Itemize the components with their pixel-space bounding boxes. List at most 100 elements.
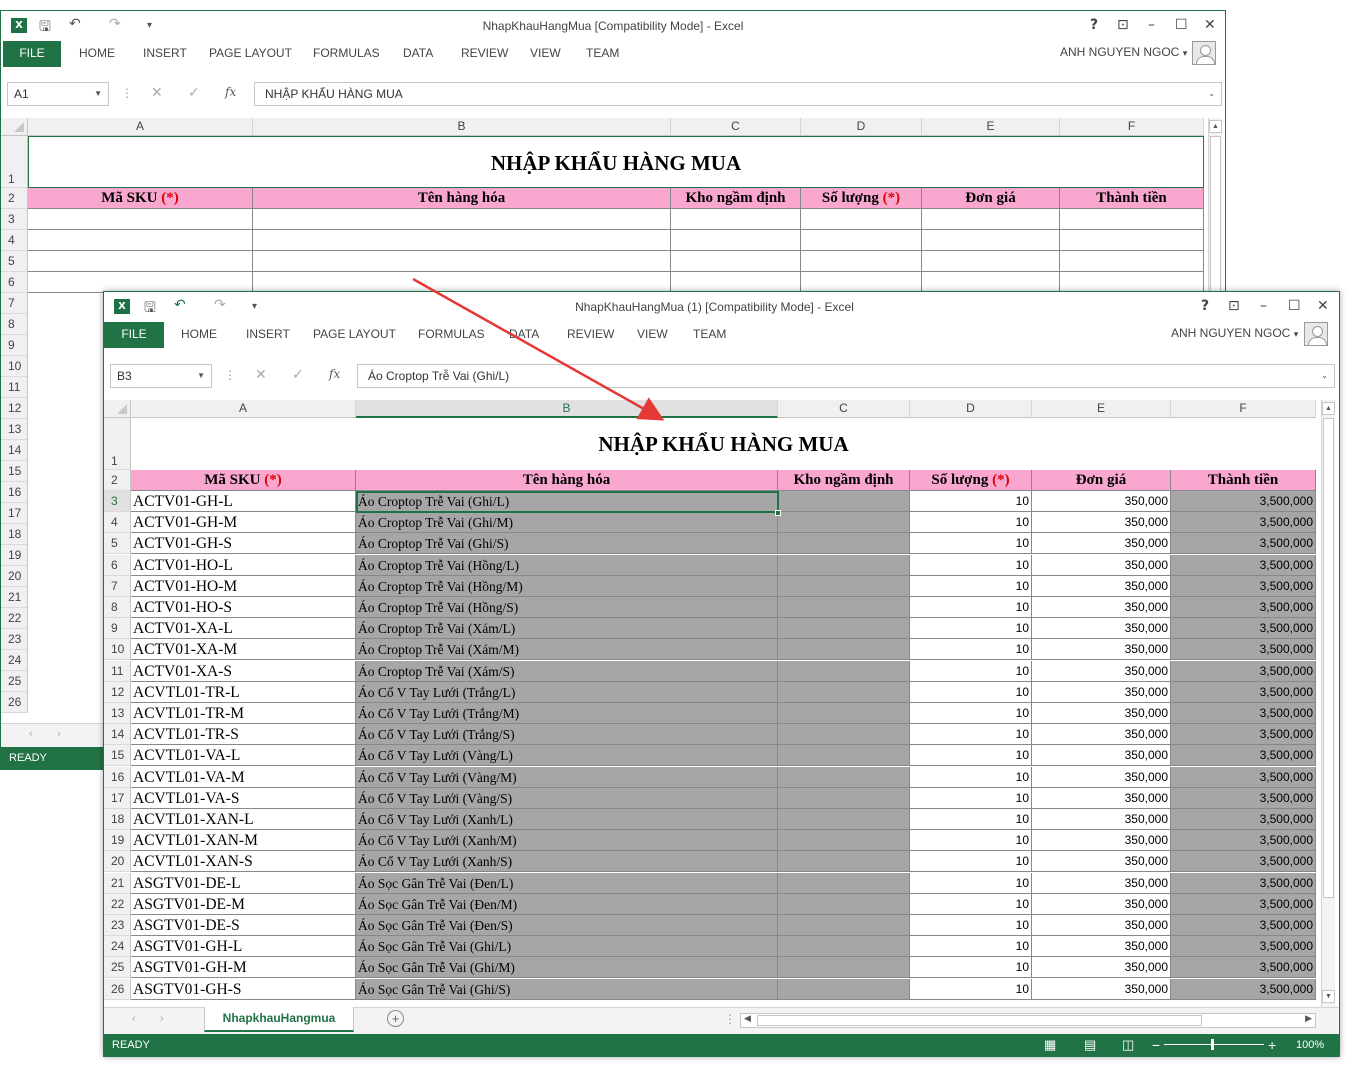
cell-total[interactable]: 3,500,000	[1171, 660, 1316, 682]
cell-qty[interactable]: 10	[910, 512, 1032, 534]
cell-product-name[interactable]: Áo Croptop Trễ Vai (Hồng/M)	[356, 575, 778, 597]
row-header[interactable]: 15	[1, 461, 28, 482]
empty-cell[interactable]	[253, 251, 671, 272]
cell-sku[interactable]: ACVTL01-VA-S	[131, 787, 356, 809]
header-sku[interactable]: Mã SKU (*)	[28, 188, 253, 209]
cell-qty[interactable]: 10	[910, 809, 1032, 830]
cell-sku[interactable]: ACTV01-GH-M	[131, 512, 356, 534]
cell-total[interactable]: 3,500,000	[1171, 745, 1316, 767]
cell-sku[interactable]: ACVTL01-TR-L	[131, 681, 356, 703]
cell-price[interactable]: 350,000	[1032, 639, 1171, 661]
cell-warehouse[interactable]	[778, 512, 910, 534]
tab-view[interactable]: VIEW	[530, 41, 561, 67]
row-header[interactable]: 17	[104, 787, 131, 809]
cell-sku[interactable]: ACTV01-GH-L	[131, 491, 356, 512]
cell-total[interactable]: 3,500,000	[1171, 703, 1316, 724]
empty-cell[interactable]	[1060, 209, 1204, 230]
cell-qty[interactable]: 10	[910, 681, 1032, 703]
col-header-e[interactable]: E	[1032, 400, 1171, 418]
cell-sku[interactable]: ASGTV01-GH-S	[131, 978, 356, 1000]
row-header[interactable]: 24	[1, 650, 28, 671]
cell-product-name[interactable]: Áo Sọc Gân Trễ Vai (Ghi/M)	[356, 957, 778, 979]
cell-sku[interactable]: ASGTV01-DE-M	[131, 893, 356, 915]
header-warehouse[interactable]: Kho ngầm định	[778, 470, 910, 491]
cancel-icon[interactable]: ✕	[255, 367, 267, 383]
cell-warehouse[interactable]	[778, 830, 910, 852]
enter-icon[interactable]: ✓	[188, 85, 200, 101]
select-all-corner[interactable]	[1, 118, 28, 136]
cell-total[interactable]: 3,500,000	[1171, 872, 1316, 894]
row-header[interactable]: 12	[104, 681, 131, 703]
cell-total[interactable]: 3,500,000	[1171, 893, 1316, 915]
row-header[interactable]: 11	[1, 377, 28, 398]
col-header-c[interactable]: C	[671, 118, 801, 136]
empty-cell[interactable]	[1060, 251, 1204, 272]
cell-sku[interactable]: ACVTL01-XAN-L	[131, 809, 356, 830]
row-header[interactable]: 20	[104, 851, 131, 873]
tab-team[interactable]: TEAM	[586, 41, 619, 67]
close-icon[interactable]: ✕	[1317, 298, 1329, 314]
empty-cell[interactable]	[801, 209, 922, 230]
empty-cell[interactable]	[671, 251, 801, 272]
cell-total[interactable]: 3,500,000	[1171, 936, 1316, 958]
tab-file[interactable]: FILE	[104, 322, 164, 348]
front-worksheet-grid[interactable]: A B C D E F 1 2 NHẬP KHẨU HÀNG MUA Mã SK…	[104, 400, 1339, 1010]
header-total[interactable]: Thành tiền	[1060, 188, 1204, 209]
cell-qty[interactable]: 10	[910, 745, 1032, 767]
cell-price[interactable]: 350,000	[1032, 533, 1171, 555]
cell-product-name[interactable]: Áo Croptop Trễ Vai (Hồng/S)	[356, 597, 778, 618]
cell-product-name[interactable]: Áo Croptop Trễ Vai (Hồng/L)	[356, 554, 778, 576]
cell-product-name[interactable]: Áo Sọc Gân Trễ Vai (Đen/S)	[356, 915, 778, 936]
row-header[interactable]: 13	[1, 419, 28, 440]
scroll-left-icon[interactable]: ◀	[744, 1013, 751, 1024]
col-header-c[interactable]: C	[778, 400, 910, 418]
row-header[interactable]: 1	[1, 136, 28, 188]
cell-sku[interactable]: ACTV01-HO-L	[131, 554, 356, 576]
cell-sku[interactable]: ASGTV01-DE-L	[131, 872, 356, 894]
empty-cell[interactable]	[922, 230, 1060, 251]
header-qty[interactable]: Số lượng (*)	[910, 470, 1032, 491]
cell-total[interactable]: 3,500,000	[1171, 491, 1316, 512]
row-header[interactable]: 26	[104, 978, 131, 1000]
cell-price[interactable]: 350,000	[1032, 893, 1171, 915]
cell-total[interactable]: 3,500,000	[1171, 724, 1316, 746]
row-header[interactable]: 23	[104, 915, 131, 936]
row-header[interactable]: 18	[104, 809, 131, 830]
sheet-tab-active[interactable]: NhapkhauHangmua	[204, 1007, 354, 1032]
user-name[interactable]: ANH NGUYEN NGOC ▾	[1171, 326, 1298, 340]
cell-total[interactable]: 3,500,000	[1171, 809, 1316, 830]
col-header-a[interactable]: A	[131, 400, 356, 418]
cell-sku[interactable]: ASGTV01-DE-S	[131, 915, 356, 936]
row-header[interactable]: 26	[1, 692, 28, 713]
row-header[interactable]: 21	[104, 872, 131, 894]
cell-qty[interactable]: 10	[910, 724, 1032, 746]
zoom-slider[interactable]	[1164, 1044, 1264, 1045]
cell-price[interactable]: 350,000	[1032, 512, 1171, 534]
tab-insert[interactable]: INSERT	[246, 322, 290, 348]
h-scroll-thumb[interactable]	[757, 1015, 1202, 1026]
cell-qty[interactable]: 10	[910, 639, 1032, 661]
cell-total[interactable]: 3,500,000	[1171, 766, 1316, 788]
tab-home[interactable]: HOME	[181, 322, 217, 348]
cell-price[interactable]: 350,000	[1032, 915, 1171, 936]
row-header[interactable]: 14	[104, 724, 131, 746]
cell-warehouse[interactable]	[778, 872, 910, 894]
cell-product-name[interactable]: Áo Cổ V Tay Lưới (Xanh/M)	[356, 830, 778, 852]
scroll-tabs-right-icon[interactable]: ›	[57, 728, 61, 740]
cell-sku[interactable]: ACVTL01-VA-M	[131, 766, 356, 788]
row-header[interactable]: 11	[104, 660, 131, 682]
row-header[interactable]: 5	[1, 251, 28, 272]
avatar[interactable]	[1304, 322, 1328, 346]
row-header[interactable]: 6	[1, 272, 28, 293]
row-header[interactable]: 17	[1, 503, 28, 524]
cell-sku[interactable]: ACTV01-XA-L	[131, 618, 356, 640]
cell-product-name[interactable]: Áo Sọc Gân Trễ Vai (Ghi/S)	[356, 978, 778, 1000]
tab-insert[interactable]: INSERT	[143, 41, 187, 67]
cell-product-name[interactable]: Áo Sọc Gân Trễ Vai (Đen/L)	[356, 872, 778, 894]
header-total[interactable]: Thành tiền	[1171, 470, 1316, 491]
tab-formulas[interactable]: FORMULAS	[313, 41, 380, 67]
page-layout-view-icon[interactable]: ▤	[1084, 1034, 1096, 1056]
empty-cell[interactable]	[1060, 272, 1204, 293]
tab-review[interactable]: REVIEW	[567, 322, 614, 348]
cell-product-name[interactable]: Áo Cổ V Tay Lưới (Trắng/L)	[356, 681, 778, 703]
